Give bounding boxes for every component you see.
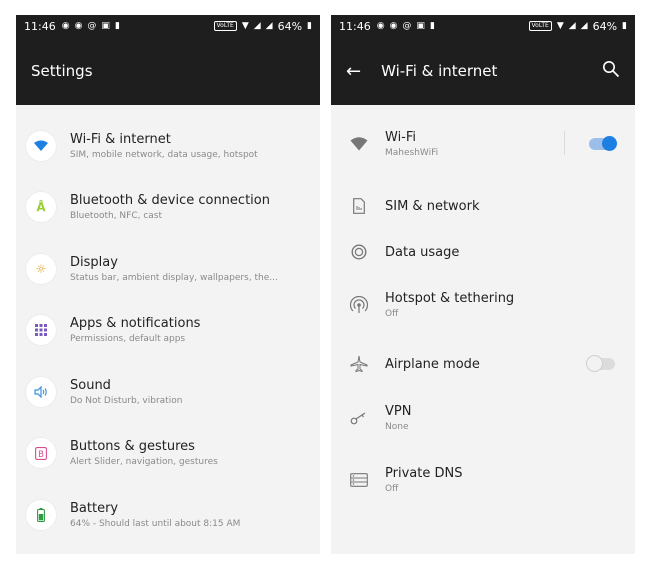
search-icon[interactable] [602, 60, 620, 82]
svg-text:B: B [38, 450, 44, 460]
item-title: Data usage [385, 244, 460, 260]
status-bar: 11:46 ◉ ◉ @ ▣ ▮ VoLTE ▼ ◢ ◢ 64% ▮ [331, 15, 635, 37]
wifi-icon [345, 137, 373, 151]
airplane-mode-item[interactable]: Airplane mode [331, 341, 635, 387]
private-dns-icon [345, 473, 373, 487]
private-dns-item[interactable]: Private DNS Off [331, 449, 635, 511]
app-bar: Settings [16, 37, 320, 105]
sim-network-item[interactable]: SIM & network [331, 183, 635, 229]
signal-icon: ◢ [568, 21, 576, 31]
wifi-status-icon: ▼ [556, 21, 564, 31]
item-title: Apps & notifications [70, 316, 201, 332]
item-subtitle: SIM, mobile network, data usage, hotspot [70, 149, 258, 160]
wifi-internet-screen: 11:46 ◉ ◉ @ ▣ ▮ VoLTE ▼ ◢ ◢ 64% ▮ ← Wi-F… [331, 15, 635, 554]
bluetooth-icon: Å [26, 192, 56, 223]
speaker-icon [26, 376, 56, 407]
hotspot-icon [345, 296, 373, 314]
data-usage-item[interactable]: Data usage [331, 229, 635, 275]
image-icon: ▣ [416, 21, 425, 31]
settings-item-sound[interactable]: Sound Do Not Disturb, vibration [16, 361, 320, 423]
signal-icon: ◢ [253, 21, 261, 31]
airplane-icon [345, 355, 373, 373]
apps-grid-icon [26, 315, 56, 346]
status-bar: 11:46 ◉ ◉ @ ▣ ▮ VoLTE ▼ ◢ ◢ 64% ▮ [16, 15, 320, 37]
settings-item-buttons[interactable]: B Buttons & gestures Alert Slider, navig… [16, 423, 320, 485]
status-time: 11:46 [339, 19, 371, 33]
item-title: Battery [70, 500, 119, 516]
wifi-toggle[interactable] [589, 136, 617, 151]
vpn-key-icon [345, 411, 373, 425]
data-usage-icon [345, 244, 373, 260]
notification-icon: ◉ [74, 21, 83, 31]
item-title: Wi-Fi & internet [70, 131, 171, 147]
battery-saver-icon: ▮ [114, 21, 120, 31]
item-title: Buttons & gestures [70, 439, 195, 455]
item-title: Bluetooth & device connection [70, 193, 270, 209]
toggle-knob [587, 356, 602, 371]
sim-icon [345, 198, 373, 214]
item-subtitle: Off [385, 309, 399, 319]
signal-icon: ◢ [580, 21, 588, 31]
item-subtitle: Off [385, 484, 399, 494]
item-title: Wi-Fi [385, 130, 417, 145]
item-subtitle: Status bar, ambient display, wallpapers,… [70, 272, 278, 283]
at-icon: @ [87, 21, 97, 31]
settings-item-wifi[interactable]: Wi-Fi & internet SIM, mobile network, da… [16, 115, 320, 177]
app-bar: ← Wi-Fi & internet [331, 37, 635, 105]
item-title: Hotspot & tethering [385, 291, 515, 306]
item-title: Display [70, 254, 118, 270]
battery-icon [26, 499, 56, 530]
notification-icon: ◉ [376, 21, 385, 31]
battery-percent: 64% [277, 19, 303, 33]
settings-item-display[interactable]: ☼ Display Status bar, ambient display, w… [16, 238, 320, 300]
status-time: 11:46 [24, 19, 56, 33]
battery-status-icon: ▮ [622, 21, 627, 31]
notification-icon: ◉ [389, 21, 398, 31]
page-title: Settings [31, 62, 93, 80]
vpn-item[interactable]: VPN None [331, 387, 635, 449]
brightness-icon: ☼ [26, 253, 56, 284]
toggle-knob [602, 136, 617, 151]
wifi-settings-list: Wi-Fi MaheshWiFi SIM & network Data usag… [331, 105, 635, 511]
hotspot-item[interactable]: Hotspot & tethering Off [331, 275, 635, 335]
item-subtitle: 64% - Should last until about 8:15 AM [70, 518, 241, 529]
notification-icon: ◉ [61, 21, 70, 31]
item-subtitle: Bluetooth, NFC, cast [70, 211, 163, 222]
item-title: Sound [70, 377, 111, 393]
item-title: SIM & network [385, 198, 480, 214]
item-subtitle: MaheshWiFi [385, 148, 439, 158]
item-subtitle: None [385, 422, 409, 432]
battery-saver-icon: ▮ [429, 21, 435, 31]
wifi-item[interactable]: Wi-Fi MaheshWiFi [331, 121, 635, 167]
at-icon: @ [402, 21, 412, 31]
item-title: VPN [385, 404, 412, 419]
item-subtitle: Alert Slider, navigation, gestures [70, 457, 218, 468]
settings-item-partial[interactable]: St [16, 546, 320, 555]
battery-status-icon: ▮ [307, 21, 312, 31]
settings-item-battery[interactable]: Battery 64% - Should last until about 8:… [16, 484, 320, 546]
volte-badge: VoLTE [213, 21, 237, 31]
wifi-status-icon: ▼ [241, 21, 249, 31]
page-title: Wi-Fi & internet [381, 62, 498, 80]
settings-list: Wi-Fi & internet SIM, mobile network, da… [16, 105, 320, 554]
volte-badge: VoLTE [528, 21, 552, 31]
settings-screen: 11:46 ◉ ◉ @ ▣ ▮ VoLTE ▼ ◢ ◢ 64% ▮ Settin… [16, 15, 320, 554]
wifi-icon [26, 130, 56, 161]
signal-icon: ◢ [265, 21, 273, 31]
battery-percent: 64% [592, 19, 618, 33]
back-arrow-icon[interactable]: ← [346, 61, 361, 82]
airplane-mode-toggle[interactable] [587, 356, 615, 371]
image-icon: ▣ [101, 21, 110, 31]
settings-item-bluetooth[interactable]: Å Bluetooth & device connection Bluetoot… [16, 177, 320, 239]
buttons-icon: B [26, 438, 56, 469]
item-subtitle: Do Not Disturb, vibration [70, 395, 183, 406]
item-title: Private DNS [385, 466, 463, 481]
item-subtitle: Permissions, default apps [70, 334, 186, 345]
item-title: Airplane mode [385, 356, 480, 372]
divider [564, 131, 565, 155]
settings-item-apps[interactable]: Apps & notifications Permissions, defaul… [16, 300, 320, 362]
